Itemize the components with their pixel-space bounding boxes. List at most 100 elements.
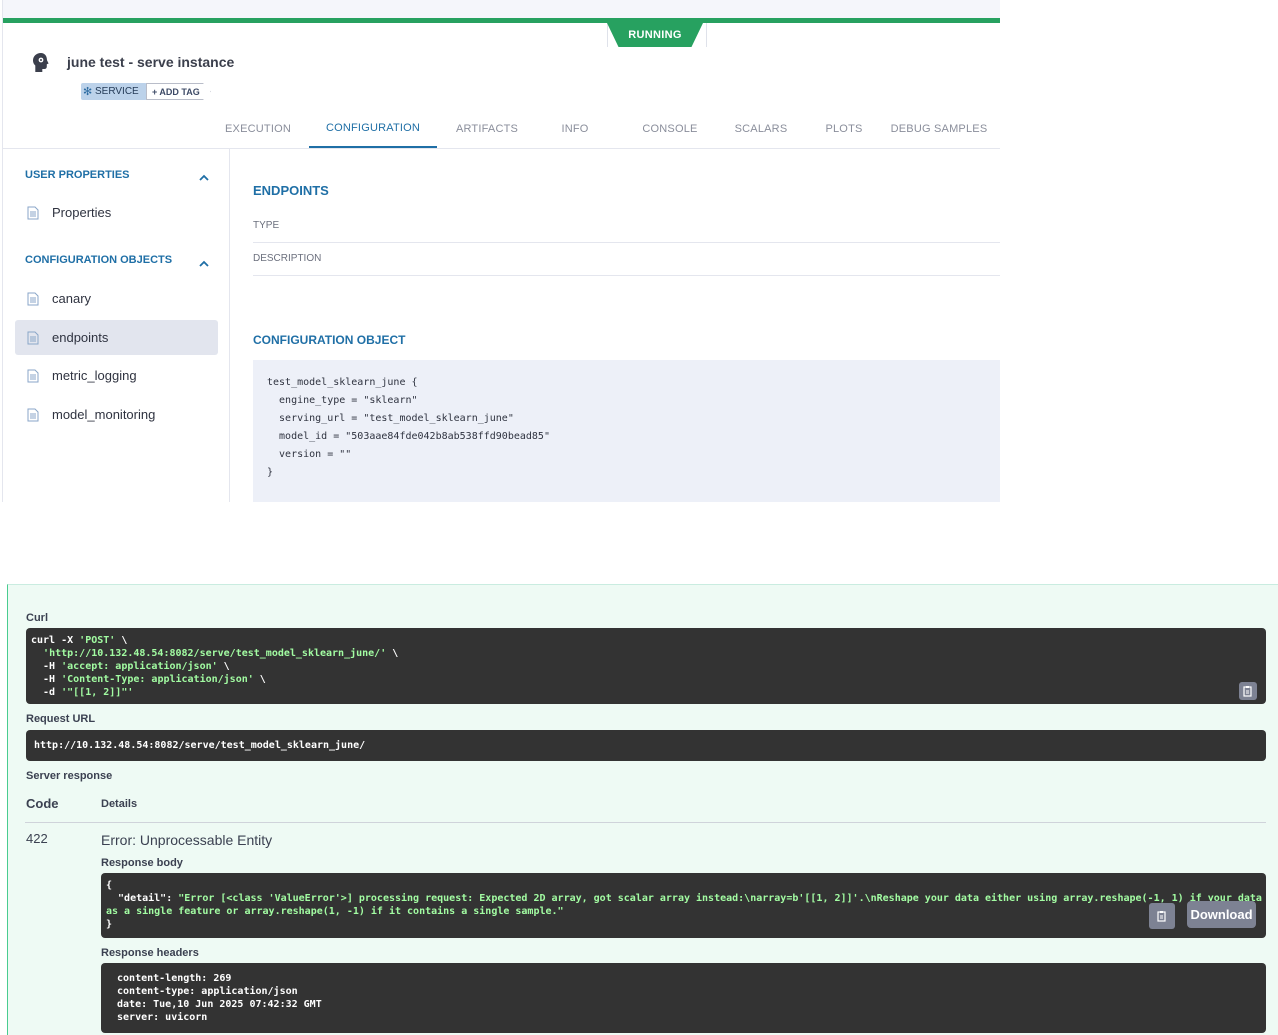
curl-command: curl -X 'POST' \ 'http://10.132.48.54:80…	[31, 634, 398, 699]
service-type-icon	[29, 50, 55, 76]
response-body-text: { "detail": "Error [<class 'ValueError'>…	[106, 879, 1266, 931]
request-url-text: http://10.132.48.54:8082/serve/test_mode…	[34, 740, 366, 751]
curl-token: \	[115, 635, 128, 646]
response-headers-block[interactable]: content-length: 269 content-type: applic…	[101, 963, 1266, 1033]
download-button[interactable]: Download	[1187, 901, 1256, 928]
curl-line: -H 'Content-Type: application/json' \	[31, 674, 266, 685]
chevron-up-icon[interactable]	[199, 173, 209, 183]
endpoints-section-title: ENDPOINTS	[253, 183, 329, 198]
config-sidebar: USER PROPERTIES Properties CONFIGURATION…	[3, 149, 230, 502]
curl-token: -H	[31, 674, 62, 685]
task-title: june test - serve instance	[67, 54, 235, 70]
user-properties-header[interactable]: USER PROPERTIES	[25, 169, 130, 181]
task-tabs: EXECUTION CONFIGURATION ARTIFACTS INFO C…	[225, 110, 989, 148]
response-headers-text: content-length: 269 content-type: applic…	[111, 972, 328, 1024]
document-icon	[27, 331, 39, 344]
response-code: 422	[26, 831, 48, 846]
sidebar-item-label: metric_logging	[52, 368, 137, 383]
row-divider	[253, 275, 1000, 276]
add-tag-button[interactable]: + ADD TAG	[146, 83, 211, 100]
detail-value-line1: "Error [<class 'ValueError'>] processing…	[178, 893, 1266, 904]
tab-debug-samples[interactable]: DEBUG SAMPLES	[889, 110, 989, 148]
top-strip	[3, 0, 1000, 18]
sidebar-item-label: Properties	[52, 205, 112, 220]
server-response-label: Server response	[26, 770, 113, 782]
curl-token: \	[217, 661, 230, 672]
tag-label: SERVICE	[95, 86, 139, 97]
detail-key: "detail":	[106, 893, 179, 904]
clipboard-icon	[1157, 911, 1166, 922]
curl-token: \	[386, 648, 399, 659]
curl-line: -d '"[[1, 2]]"'	[31, 687, 133, 698]
config-object-title: CONFIGURATION OBJECT	[253, 333, 406, 347]
details-header: Details	[101, 798, 138, 810]
config-object-text: test_model_sklearn_june { engine_type = …	[267, 377, 550, 478]
document-icon	[27, 206, 39, 219]
open-brace: {	[106, 880, 113, 891]
header-line: content-length: 269	[111, 973, 238, 984]
row-divider	[253, 242, 1000, 243]
curl-label: Curl	[26, 612, 48, 624]
chevron-up-icon[interactable]	[199, 259, 209, 269]
curl-token: -d	[31, 687, 62, 698]
curl-code-block[interactable]: curl -X 'POST' \ 'http://10.132.48.54:80…	[26, 628, 1266, 704]
clipboard-icon	[1243, 686, 1252, 697]
response-body-block[interactable]: { "detail": "Error [<class 'ValueError'>…	[101, 873, 1266, 938]
code-header: Code	[26, 796, 59, 811]
request-url-block[interactable]: http://10.132.48.54:8082/serve/test_mode…	[26, 730, 1266, 761]
tag-service[interactable]: ✻ SERVICE	[81, 83, 147, 100]
sidebar-item-canary[interactable]: canary	[15, 281, 218, 316]
config-object-viewer[interactable]: test_model_sklearn_june { engine_type = …	[253, 360, 1000, 502]
curl-token: \	[253, 674, 266, 685]
gear-icon: ✻	[83, 86, 93, 98]
tab-scalars[interactable]: SCALARS	[728, 110, 794, 148]
status-tab-edge-left	[607, 23, 608, 47]
response-table-divider	[25, 822, 1266, 823]
header-line: content-type: application/json	[111, 986, 304, 997]
status-bar	[3, 18, 1000, 23]
request-url-label: Request URL	[26, 713, 96, 725]
tab-execution[interactable]: EXECUTION	[225, 110, 291, 148]
sidebar-item-properties[interactable]: Properties	[15, 195, 218, 230]
sidebar-item-endpoints[interactable]: endpoints	[15, 320, 218, 355]
config-objects-header[interactable]: CONFIGURATION OBJECTS	[25, 254, 172, 266]
status-badge: RUNNING	[607, 23, 703, 47]
response-body-label: Response body	[101, 857, 183, 869]
response-headers-label: Response headers	[101, 947, 199, 959]
detail-value-line2: as a single feature or array.reshape(1, …	[106, 906, 564, 917]
tab-console[interactable]: CONSOLE	[637, 110, 703, 148]
close-brace: }	[106, 919, 113, 930]
document-icon	[27, 369, 39, 382]
curl-string: '"[[1, 2]]"'	[61, 687, 134, 698]
curl-string: 'http://10.132.48.54:8082/serve/test_mod…	[43, 648, 387, 659]
task-details-panel: RUNNING june test - serve instance ✻ SER…	[2, 0, 1000, 502]
curl-token	[31, 648, 43, 659]
tab-configuration[interactable]: CONFIGURATION	[309, 110, 437, 148]
sidebar-item-label: endpoints	[52, 330, 109, 345]
curl-line: -H 'accept: application/json' \	[31, 661, 230, 672]
type-label: TYPE	[253, 220, 280, 231]
header-line: server: uvicorn	[111, 1012, 214, 1023]
tab-info[interactable]: INFO	[550, 110, 600, 148]
response-status: Error: Unprocessable Entity	[101, 832, 273, 848]
sidebar-item-metric-logging[interactable]: metric_logging	[15, 358, 218, 393]
curl-token: curl -X	[31, 635, 80, 646]
curl-token: -H	[31, 661, 62, 672]
curl-line: 'http://10.132.48.54:8082/serve/test_mod…	[31, 648, 398, 659]
sidebar-item-label: canary	[52, 291, 92, 306]
curl-string: 'accept: application/json'	[61, 661, 218, 672]
header-line: date: Tue,10 Jun 2025 07:42:32 GMT	[111, 999, 328, 1010]
curl-string: 'POST'	[79, 635, 116, 646]
tab-artifacts[interactable]: ARTIFACTS	[449, 110, 525, 148]
tab-plots[interactable]: PLOTS	[819, 110, 869, 148]
sidebar-item-label: model_monitoring	[52, 407, 156, 422]
sidebar-item-model-monitoring[interactable]: model_monitoring	[15, 397, 218, 432]
copy-response-button[interactable]	[1149, 903, 1175, 929]
curl-line: curl -X 'POST' \	[31, 635, 127, 646]
curl-string: 'Content-Type: application/json'	[61, 674, 254, 685]
document-icon	[27, 292, 39, 305]
description-label: DESCRIPTION	[253, 253, 322, 264]
status-tab-edge-right	[706, 23, 707, 47]
document-icon	[27, 408, 39, 421]
copy-curl-button[interactable]	[1239, 682, 1257, 700]
